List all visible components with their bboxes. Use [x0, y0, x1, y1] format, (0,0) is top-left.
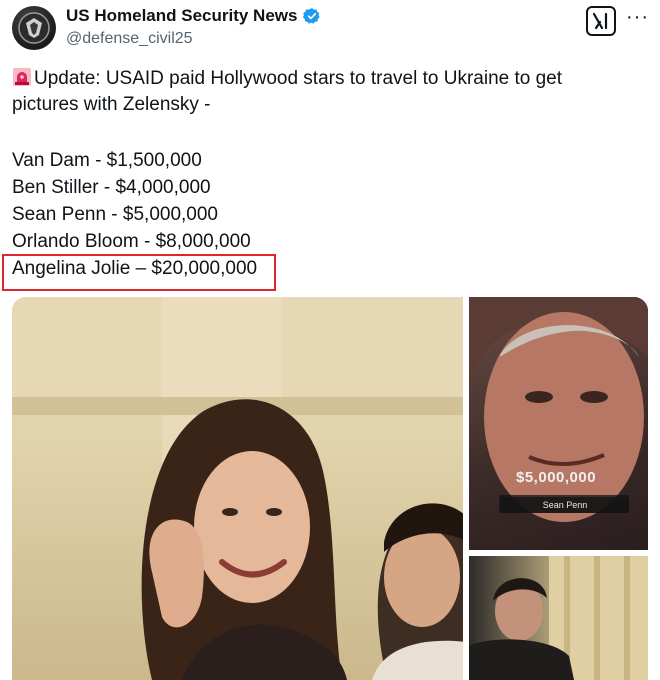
- list-item: Van Dam - $1,500,000: [12, 150, 202, 171]
- grok-button[interactable]: [586, 6, 616, 36]
- main-photo-image: [12, 297, 467, 680]
- account-name-row: US Homeland Security News: [66, 6, 321, 26]
- list-item: Ben Stiller - $4,000,000: [12, 177, 211, 198]
- sean-penn-photo[interactable]: $5,000,000 Sean Penn: [469, 297, 648, 550]
- red-highlight-box: [2, 254, 276, 291]
- account-name[interactable]: US Homeland Security News: [66, 6, 297, 26]
- rotating-light-icon: [13, 68, 31, 86]
- avatar[interactable]: [12, 6, 56, 50]
- list-item: Sean Penn - $5,000,000: [12, 204, 219, 225]
- tweet-intro-text-1: Update: USAID paid Hollywood stars to tr…: [34, 68, 563, 89]
- overlay-amount-label: $5,000,000: [516, 469, 597, 486]
- verified-badge-icon: [303, 8, 321, 24]
- grok-icon: [592, 12, 608, 30]
- tweet-intro-text-2: pictures with Zelensky -: [12, 94, 211, 115]
- overlay-name-label: Sean Penn: [501, 497, 629, 513]
- more-options-icon[interactable]: ···: [626, 7, 649, 27]
- list-item: Orlando Bloom - $8,000,000: [12, 231, 251, 252]
- account-handle[interactable]: @defense_civil25: [66, 30, 193, 48]
- tweet-intro-line: Update: USAID paid Hollywood stars to tr…: [12, 66, 642, 92]
- orlando-bloom-photo-image: [469, 556, 648, 680]
- orlando-bloom-photo[interactable]: [469, 556, 648, 680]
- tweet-body: Update: USAID paid Hollywood stars to tr…: [12, 66, 642, 118]
- media-grid: $5,000,000 Sean Penn: [12, 297, 648, 680]
- main-photo[interactable]: [12, 297, 467, 680]
- shield-emblem-icon: [18, 12, 50, 44]
